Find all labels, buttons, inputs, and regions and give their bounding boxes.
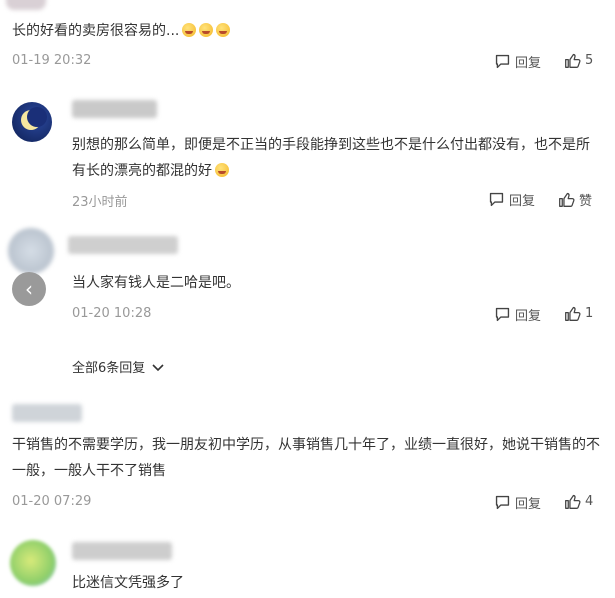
comment-text: 长的好看的卖房很容易的... xyxy=(12,18,592,44)
comment-icon xyxy=(489,192,504,207)
avatar[interactable] xyxy=(8,228,54,274)
laugh-emoji-icon xyxy=(199,23,214,37)
avatar[interactable] xyxy=(12,102,52,142)
thumbs-up-icon xyxy=(565,53,581,68)
username[interactable] xyxy=(68,236,178,254)
timestamp: 23小时前 xyxy=(72,195,128,210)
timestamp: 01-19 20:32 xyxy=(12,53,92,68)
like-button[interactable]: 赞 xyxy=(558,190,592,209)
smile-emoji-icon xyxy=(215,163,229,177)
username[interactable] xyxy=(72,542,172,560)
chevron-down-icon xyxy=(152,363,164,371)
chevron-left-icon: ‹ xyxy=(25,277,33,301)
laugh-emoji-icon xyxy=(216,23,231,37)
comment-text: 当人家有钱人是二哈是吧。 xyxy=(72,275,240,291)
like-button[interactable]: 4 xyxy=(564,493,593,510)
reply-button[interactable]: 回复 xyxy=(494,493,541,512)
avatar[interactable] xyxy=(10,540,56,586)
comment-text: 干销售的不需要学历，我一朋友初中学历，从事销售几十年了，业绩一直很好，她说干销售… xyxy=(12,437,600,479)
timestamp: 01-20 10:28 xyxy=(72,306,152,321)
comment-icon xyxy=(495,495,510,510)
like-button[interactable]: 1 xyxy=(564,305,593,322)
avatar[interactable] xyxy=(6,0,46,10)
like-button[interactable]: 5 xyxy=(564,52,593,69)
timestamp: 01-20 07:29 xyxy=(12,494,92,509)
laugh-emoji-icon xyxy=(182,23,197,37)
username[interactable] xyxy=(72,100,157,118)
reply-button[interactable]: 回复 xyxy=(494,52,541,71)
thumbs-up-icon xyxy=(559,192,575,207)
comment-icon xyxy=(495,54,510,69)
reply-button[interactable]: 回复 xyxy=(488,190,535,209)
view-all-replies-button[interactable]: 全部6条回复 xyxy=(72,357,165,376)
thumbs-up-icon xyxy=(565,494,581,509)
thumbs-up-icon xyxy=(565,306,581,321)
reply-button[interactable]: 回复 xyxy=(494,305,541,324)
comment-icon xyxy=(495,307,510,322)
comment-text: 比迷信文凭强多了 xyxy=(72,575,184,591)
username[interactable] xyxy=(12,404,82,422)
prev-arrow-button[interactable]: ‹ xyxy=(12,272,46,306)
comment-text: 别想的那么简单，即便是不正当的手段能挣到这些也不是什么付出都没有，也不是所有长的… xyxy=(72,137,590,179)
